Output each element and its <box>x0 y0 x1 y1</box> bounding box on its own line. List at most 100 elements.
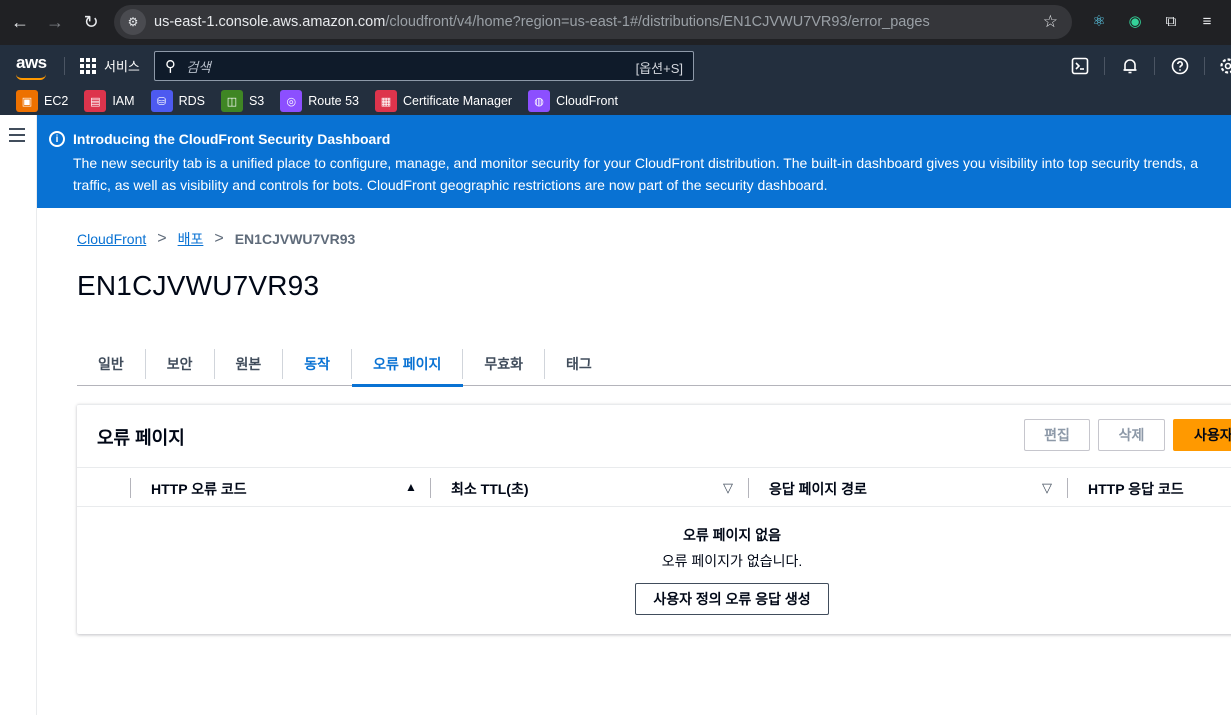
favorite-label: Route 53 <box>308 94 359 108</box>
side-navigation-rail <box>0 115 37 715</box>
empty-state-title: 오류 페이지 없음 <box>683 527 781 543</box>
react-devtools-icon[interactable]: ⚛ <box>1088 10 1110 32</box>
search-placeholder: 검색 <box>186 60 211 75</box>
favorite-certificate-manager[interactable]: ▦ Certificate Manager <box>375 90 512 112</box>
search-icon: ⚲ <box>165 58 176 75</box>
services-grid-icon <box>80 57 96 74</box>
extensions-puzzle-icon[interactable]: ⧉ <box>1160 10 1182 32</box>
favorite-label: IAM <box>112 94 135 108</box>
nav-divider <box>1154 57 1155 75</box>
sort-unsorted-icon[interactable]: ▽ <box>1042 480 1052 496</box>
favorite-iam[interactable]: ▤ IAM <box>84 90 135 112</box>
favorite-label: Certificate Manager <box>403 94 513 108</box>
tab-invalidations[interactable]: 무효화 <box>463 349 545 379</box>
extension-circle-icon[interactable]: ◉ <box>1124 10 1146 32</box>
address-bar[interactable]: ⚙ us-east-1.console.aws.amazon.com/cloud… <box>114 5 1072 39</box>
url-host: us-east-1.console.aws.amazon.com <box>154 14 386 30</box>
url-path: /cloudfront/v4/home?region=us-east-1#/di… <box>385 14 930 30</box>
search-shortcut: [옵션+S] <box>635 61 683 76</box>
column-separator <box>130 478 131 498</box>
tab-tags[interactable]: 태그 <box>545 349 613 379</box>
chevron-right-icon: > <box>214 230 224 247</box>
page-title: EN1CJVWU7VR93 <box>77 270 320 301</box>
rds-icon: ⛁ <box>150 90 173 112</box>
back-icon[interactable]: ← <box>2 4 38 40</box>
breadcrumb-current: EN1CJVWU7VR93 <box>234 231 356 247</box>
ec2-icon: ▣ <box>16 90 38 112</box>
certificate-icon: ▦ <box>375 90 397 112</box>
sort-unsorted-icon[interactable]: ▽ <box>723 480 733 496</box>
reload-icon[interactable]: ↻ <box>73 4 109 40</box>
console-search-input[interactable]: ⚲ 검색 [옵션+S] <box>154 51 694 81</box>
tab-origins[interactable]: 원본 <box>215 349 284 379</box>
nav-divider <box>64 57 65 75</box>
favorite-label: CloudFront <box>556 94 618 108</box>
favorite-label: EC2 <box>44 94 69 108</box>
active-tab-indicator <box>352 384 464 387</box>
browser-toolbar: ← → ↻ ⚙ us-east-1.console.aws.amazon.com… <box>0 0 1231 45</box>
sort-ascending-icon[interactable]: ▲ <box>405 480 417 494</box>
column-separator[interactable] <box>1067 478 1068 498</box>
column-header-response-page-path[interactable]: 응답 페이지 경로 <box>769 479 867 499</box>
menu-hamburger-icon[interactable] <box>9 128 25 146</box>
tab-behaviors[interactable]: 동작 <box>283 349 353 379</box>
s3-bucket-icon: ◫ <box>220 90 243 112</box>
banner-line: traffic, as well as visibility and contr… <box>73 177 828 193</box>
reading-list-icon[interactable]: ≡ <box>1196 10 1218 32</box>
breadcrumb: CloudFront > 배포 > EN1CJVWU7VR93 <box>77 229 355 249</box>
favorite-rds[interactable]: ⛁ RDS <box>150 90 205 112</box>
info-banner: i Introducing the CloudFront Security Da… <box>37 115 1231 208</box>
table-header: HTTP 오류 코드 ▲ 최소 TTL(초) ▽ 응답 페이지 경로 ▽ HTT… <box>77 467 1231 507</box>
settings-gear-icon[interactable] <box>1218 56 1231 76</box>
create-custom-error-response-button[interactable]: 사용자 <box>1173 419 1231 451</box>
route53-icon: ◎ <box>280 90 303 112</box>
edit-button[interactable]: 편집 <box>1024 419 1090 451</box>
empty-state-description: 오류 페이지가 없습니다. <box>661 553 803 569</box>
create-error-response-button[interactable]: 사용자 정의 오류 응답 생성 <box>635 583 829 615</box>
column-header-min-ttl[interactable]: 최소 TTL(초) <box>451 479 529 499</box>
cloudshell-icon[interactable] <box>1070 56 1090 76</box>
favorites-bar: ▣ EC2 ▤ IAM ⛁ RDS ◫ S3 ◎ Route 53 ▦ Cert… <box>0 87 1231 115</box>
column-header-http-response-code[interactable]: HTTP 응답 코드 <box>1088 479 1184 499</box>
nav-divider <box>1104 57 1105 75</box>
favorite-label: RDS <box>178 94 205 108</box>
favorite-label: S3 <box>248 94 265 108</box>
cloudfront-icon: ◍ <box>528 90 551 112</box>
tab-error-pages[interactable]: 오류 페이지 <box>352 349 464 379</box>
aws-logo-smile-icon <box>16 74 46 80</box>
tab-security[interactable]: 보안 <box>146 349 215 379</box>
tab-list: 일반 보안 원본 동작 오류 페이지 무효화 태그 <box>77 340 1231 387</box>
services-menu-button[interactable]: 서비스 <box>80 56 140 75</box>
breadcrumb-distributions-link[interactable]: 배포 <box>178 229 204 249</box>
help-icon[interactable] <box>1170 56 1190 76</box>
chevron-right-icon: > <box>157 230 167 247</box>
notifications-bell-icon[interactable] <box>1120 56 1140 76</box>
favorite-s3[interactable]: ◫ S3 <box>220 90 265 112</box>
info-icon: i <box>49 131 65 147</box>
delete-button[interactable]: 삭제 <box>1098 419 1165 451</box>
favorite-cloudfront[interactable]: ◍ CloudFront <box>528 90 618 112</box>
aws-logo[interactable]: aws <box>16 53 47 73</box>
favorite-route53[interactable]: ◎ Route 53 <box>280 90 359 112</box>
forward-icon[interactable]: → <box>37 4 73 40</box>
site-settings-icon[interactable]: ⚙ <box>120 9 146 35</box>
favorite-ec2[interactable]: ▣ EC2 <box>16 90 68 112</box>
aws-top-nav: aws 서비스 ⚲ 검색 [옵션+S] <box>0 45 1231 87</box>
services-label: 서비스 <box>104 59 140 74</box>
bookmark-star-icon[interactable]: ☆ <box>1043 12 1058 32</box>
error-pages-container: 오류 페이지 편집 삭제 사용자 HTTP 오류 코드 ▲ 최소 TTL(초) … <box>77 404 1231 634</box>
column-header-http-error-code[interactable]: HTTP 오류 코드 <box>151 479 247 499</box>
column-separator[interactable] <box>430 478 431 498</box>
panel-title: 오류 페이지 <box>97 428 185 448</box>
breadcrumb-cloudfront-link[interactable]: CloudFront <box>77 231 146 247</box>
banner-title: Introducing the CloudFront Security Dash… <box>73 131 391 147</box>
column-separator[interactable] <box>748 478 749 498</box>
tab-general[interactable]: 일반 <box>77 349 146 379</box>
banner-body: The new security tab is a unified place … <box>73 152 1231 196</box>
banner-line: The new security tab is a unified place … <box>73 155 1198 171</box>
tab-error-pages-wrap: 오류 페이지 <box>352 340 464 387</box>
iam-icon: ▤ <box>84 90 107 112</box>
extension-icons: ⚛ ◉ ⧉ ≡ <box>1088 10 1218 32</box>
url-text: us-east-1.console.aws.amazon.com/cloudfr… <box>154 14 930 30</box>
nav-divider <box>1204 57 1205 75</box>
